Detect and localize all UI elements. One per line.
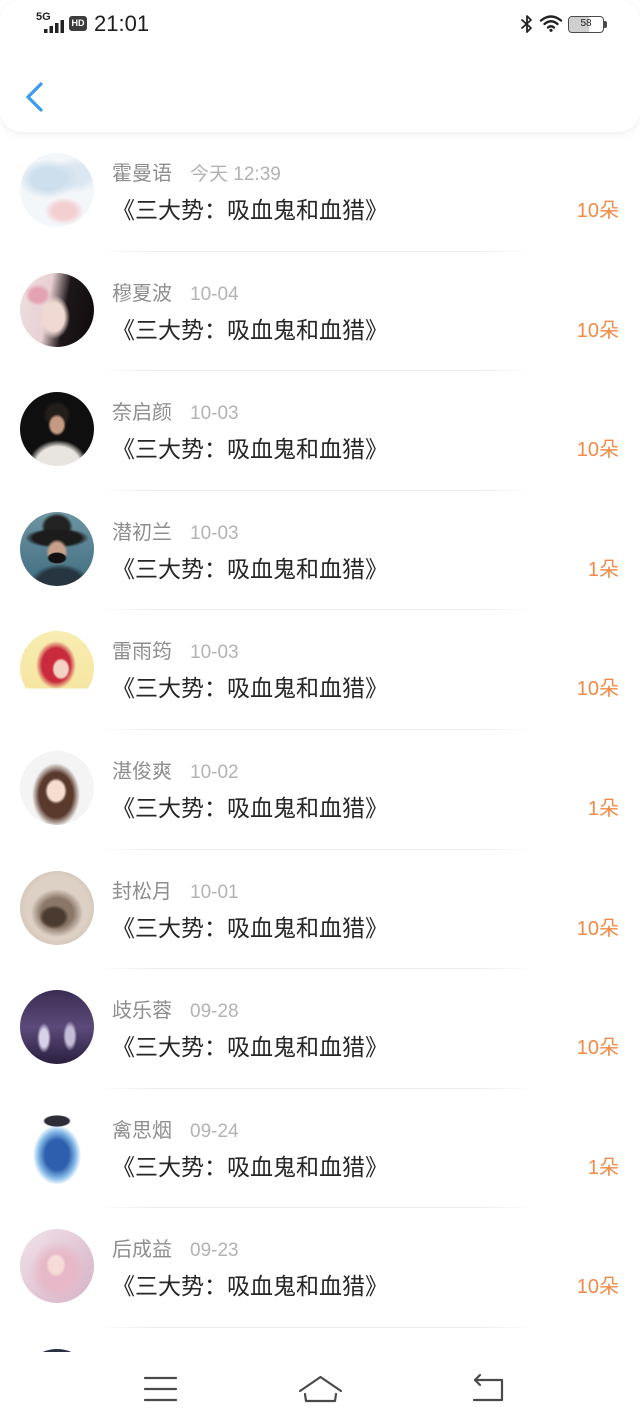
timestamp: 09-28 [190,1001,239,1023]
item-meta: 潜初兰 10-03 [112,521,239,545]
book-title: 《三大势：吸血鬼和血猎》 [112,794,388,821]
signal-icon [44,20,64,33]
flower-count: 10朵 [576,319,619,342]
timestamp: 10-01 [190,881,239,903]
item-meta: 歧乐蓉 09-28 [112,999,239,1023]
battery-nub [604,21,607,28]
header: 5G HD 21:01 58 [0,0,640,132]
avatar[interactable] [20,153,94,227]
flower-count: 1朵 [587,1156,619,1179]
user-name: 封松月 [112,880,172,903]
list-item[interactable]: 后成益 09-23 《三大势：吸血鬼和血猎》 10朵 [0,1208,640,1328]
wifi-icon [539,15,563,32]
menu-button[interactable] [137,1370,185,1410]
home-button[interactable] [296,1370,346,1410]
back-icon [472,1373,504,1402]
list-item[interactable]: 歧乐蓉 09-28 《三大势：吸血鬼和血猎》 10朵 [0,969,640,1089]
list-item[interactable]: 潜初兰 10-03 《三大势：吸血鬼和血猎》 1朵 [0,491,640,611]
menu-icon [143,1376,178,1402]
user-name: 歧乐蓉 [112,1000,172,1023]
user-name: 湛俊爽 [112,760,172,783]
book-title: 《三大势：吸血鬼和血猎》 [112,197,388,223]
user-name: 后成益 [112,1239,172,1262]
bluetooth-icon [521,15,532,33]
timestamp: 09-24 [190,1120,239,1142]
timestamp: 10-02 [190,761,239,783]
avatar[interactable] [20,511,94,586]
user-name: 奈启颜 [112,402,172,425]
flower-count: 1朵 [587,797,619,820]
book-title: 《三大势：吸血鬼和血猎》 [112,555,388,582]
gift-record-list[interactable]: 霍曼语 今天 12:39 《三大势：吸血鬼和血猎》 10朵 穆夏波 10-04 《三… [0,132,640,1352]
avatar[interactable] [20,272,94,347]
timestamp: 10-04 [190,283,239,305]
back-button[interactable] [14,76,54,118]
item-meta: 后成益 09-23 [112,1238,239,1262]
item-meta: 霍曼语 今天 12:39 [112,162,281,186]
item-meta: 穆夏波 10-04 [112,282,239,306]
timestamp: 09-23 [190,1240,239,1262]
timestamp: 今天 12:39 [190,164,281,185]
flower-count: 10朵 [576,200,619,222]
home-icon [298,1375,343,1403]
book-title: 《三大势：吸血鬼和血猎》 [112,914,388,941]
item-meta: 湛俊爽 10-02 [112,760,239,784]
list-item[interactable]: 奈启颜 10-03 《三大势：吸血鬼和血猎》 10朵 [0,371,640,491]
book-title: 《三大势：吸血鬼和血猎》 [112,316,388,343]
item-meta: 禽思烟 09-24 [112,1119,239,1143]
user-name: 穆夏波 [112,282,172,305]
list-item[interactable]: 禽思烟 09-24 《三大势：吸血鬼和血猎》 1朵 [0,1089,640,1209]
timestamp: 10-03 [190,522,239,544]
avatar[interactable] [20,392,94,467]
book-title: 《三大势：吸血鬼和血猎》 [112,436,388,463]
flower-count: 10朵 [576,439,619,462]
timestamp: 10-03 [190,403,239,425]
book-title: 《三大势：吸血鬼和血猎》 [112,675,388,702]
battery-icon: 58 [568,16,604,33]
user-name: 雷雨筠 [112,641,172,664]
clock: 21:01 [94,11,150,36]
list-item-partial[interactable] [0,1328,640,1352]
hd-badge: HD [69,16,87,31]
flower-count: 10朵 [576,1037,619,1060]
list-item[interactable]: 霍曼语 今天 12:39 《三大势：吸血鬼和血猎》 10朵 [0,132,640,252]
avatar[interactable] [20,870,94,945]
avatar[interactable] [20,631,94,706]
avatar[interactable] [20,750,94,825]
chevron-left-icon [26,82,43,112]
user-name: 潜初兰 [112,521,172,544]
flower-count: 1朵 [587,558,619,581]
flower-count: 10朵 [576,678,619,701]
timestamp: 10-03 [190,642,239,664]
list-item[interactable]: 湛俊爽 10-02 《三大势：吸血鬼和血猎》 1朵 [0,730,640,850]
book-title: 《三大势：吸血鬼和血猎》 [112,1273,388,1300]
avatar[interactable] [20,1229,94,1304]
battery-level: 58 [580,18,592,29]
item-meta: 封松月 10-01 [112,880,239,904]
item-meta: 奈启颜 10-03 [112,401,239,425]
avatar[interactable] [20,990,94,1065]
book-title: 《三大势：吸血鬼和血猎》 [112,1034,388,1061]
flower-count: 10朵 [576,1276,619,1299]
user-name: 禽思烟 [112,1119,172,1142]
list-item[interactable]: 封松月 10-01 《三大势：吸血鬼和血猎》 10朵 [0,850,640,970]
avatar[interactable] [20,1109,94,1184]
system-back-button[interactable] [466,1370,510,1410]
list-item[interactable]: 穆夏波 10-04 《三大势：吸血鬼和血猎》 10朵 [0,252,640,372]
item-meta: 雷雨筠 10-03 [112,640,239,664]
list-item[interactable]: 雷雨筠 10-03 《三大势：吸血鬼和血猎》 10朵 [0,610,640,730]
system-nav-bar [0,1352,640,1427]
book-title: 《三大势：吸血鬼和血猎》 [112,1153,388,1180]
flower-count: 10朵 [576,917,619,940]
user-name: 霍曼语 [112,163,172,185]
